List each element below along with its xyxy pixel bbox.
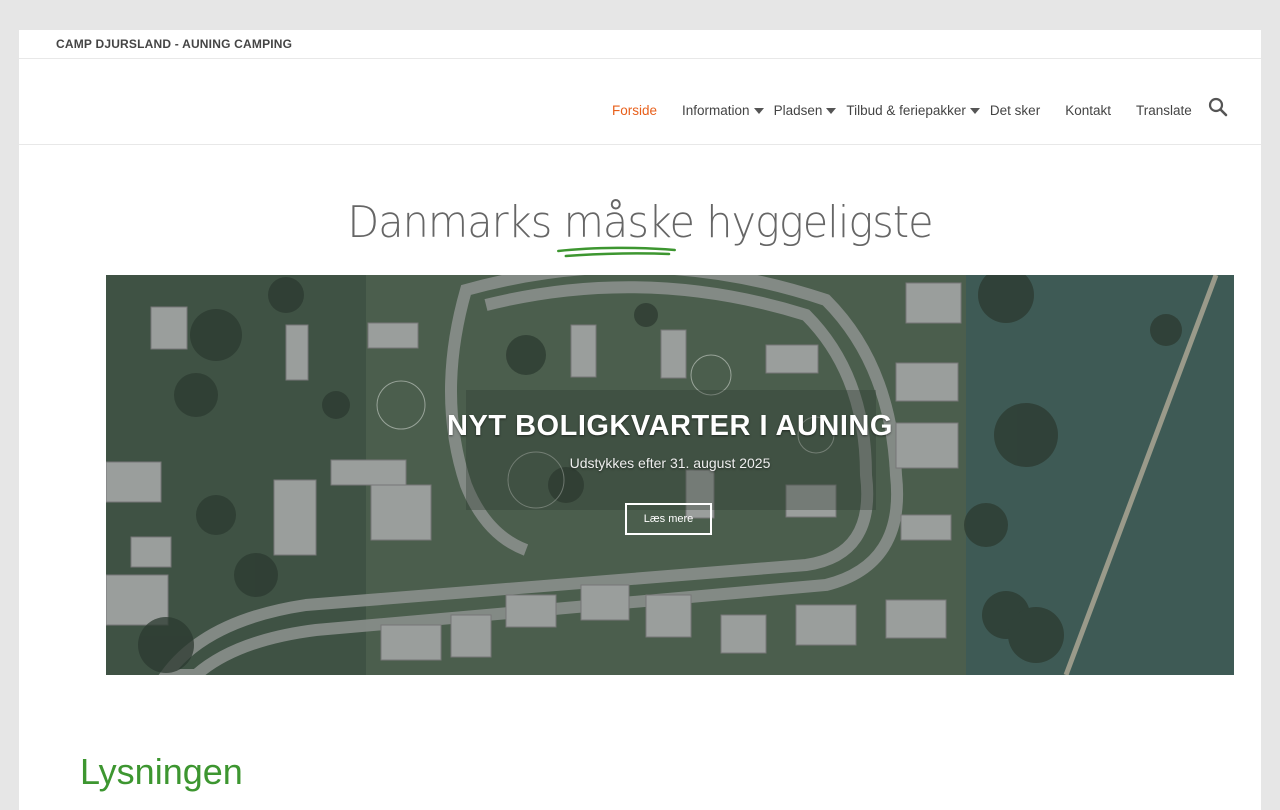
nav-item-translate[interactable]: Translate xyxy=(1136,103,1192,118)
nav-item-label: Tilbud & feriepakker xyxy=(846,103,966,118)
search-icon[interactable] xyxy=(1207,96,1229,118)
nav-item-det-sker[interactable]: Det sker xyxy=(990,103,1040,118)
section-heading: Lysningen xyxy=(80,751,243,792)
nav-item-pladsen[interactable]: Pladsen xyxy=(774,103,837,118)
main-navigation: Forside Information Pladsen Tilbud & fer… xyxy=(19,59,1261,145)
page: CAMP DJURSLAND - AUNING CAMPING Forside … xyxy=(19,30,1261,810)
chevron-down-icon[interactable] xyxy=(753,108,764,114)
tagline-mid-wrapper: måske xyxy=(556,197,695,258)
nav-item-label: Forside xyxy=(612,103,658,118)
tagline-pre: Danmarks xyxy=(347,197,564,248)
nav-item-forside[interactable]: Forside xyxy=(612,103,657,118)
top-bar: CAMP DJURSLAND - AUNING CAMPING xyxy=(19,30,1261,59)
underline-swash-decoration xyxy=(556,246,676,258)
nav-item-label: Det sker xyxy=(989,103,1041,118)
site-plan-image xyxy=(106,275,1234,675)
site-title[interactable]: CAMP DJURSLAND - AUNING CAMPING xyxy=(56,37,292,51)
site-tagline: Danmarks måske hyggeligste xyxy=(56,197,1223,258)
nav-menu: Forside Information Pladsen Tilbud & fer… xyxy=(612,103,1192,118)
nav-item-information[interactable]: Information xyxy=(682,103,764,118)
chevron-down-icon[interactable] xyxy=(826,108,837,114)
chevron-down-icon[interactable] xyxy=(969,108,980,114)
nav-item-tilbud[interactable]: Tilbud & feriepakker xyxy=(846,103,980,118)
nav-item-label: Translate xyxy=(1135,103,1192,118)
tagline-mid: måske xyxy=(563,197,695,248)
read-more-button[interactable]: Læs mere xyxy=(625,503,712,535)
banner-subtitle: Udstykkes efter 31. august 2025 xyxy=(569,455,771,471)
nav-item-kontakt[interactable]: Kontakt xyxy=(1065,103,1111,118)
tagline-post: hyggeligste xyxy=(693,197,933,248)
nav-item-label: Pladsen xyxy=(773,103,823,118)
nav-item-label: Kontakt xyxy=(1065,103,1111,118)
nav-item-label: Information xyxy=(682,103,750,118)
hero-banner: NYT BOLIGKVARTER I AUNING Udstykkes efte… xyxy=(106,275,1234,675)
banner-title: NYT BOLIGKVARTER I AUNING xyxy=(447,410,893,442)
